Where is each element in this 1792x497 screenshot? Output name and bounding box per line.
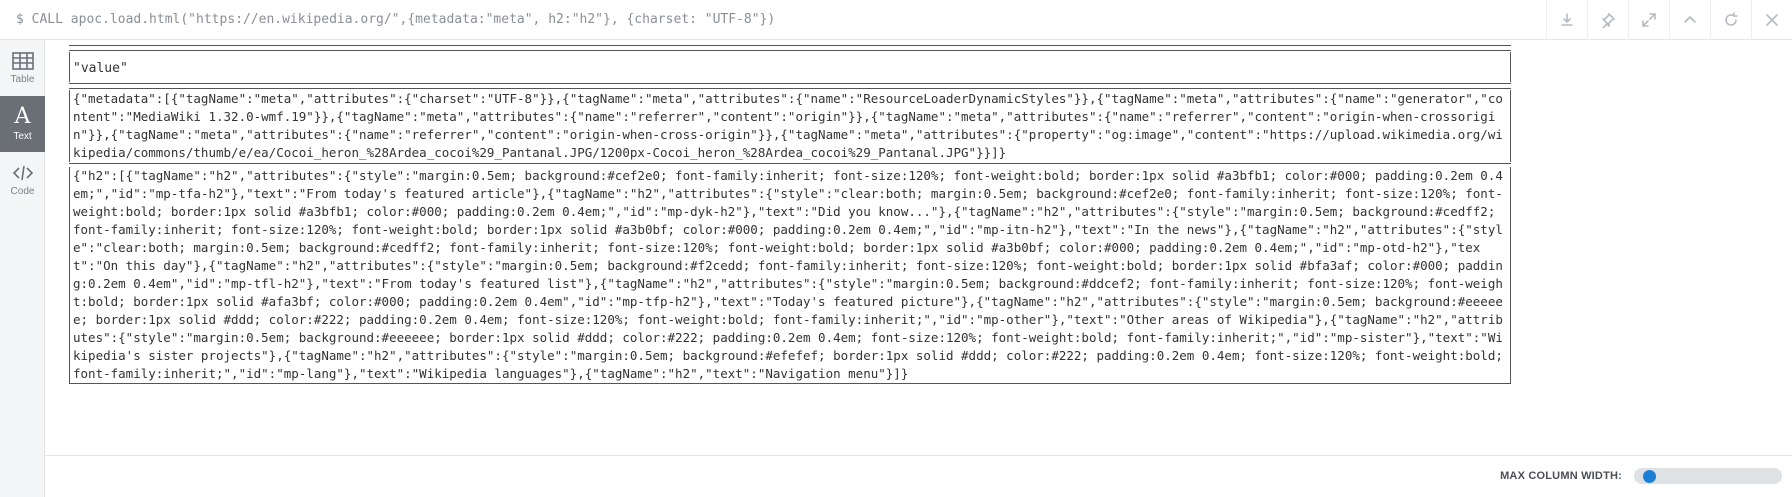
view-text-button[interactable]: A Text <box>0 96 45 152</box>
table-top-border <box>69 45 1511 51</box>
result-row-h2: {"h2":[{"tagName":"h2","attributes":{"st… <box>69 167 1511 383</box>
result-frame: $ CALL apoc.load.html("https://en.wikipe… <box>0 0 1792 497</box>
rerun-icon[interactable] <box>1710 0 1751 40</box>
result-footer: MAX COLUMN WIDTH: <box>45 455 1792 497</box>
pin-icon[interactable] <box>1587 0 1628 40</box>
frame-toolbar <box>1546 0 1792 40</box>
view-text-label: Text <box>13 130 32 142</box>
table-bottom-border <box>69 383 1511 387</box>
table-icon <box>11 51 34 70</box>
result-row-metadata: {"metadata":[{"tagName":"meta","attribut… <box>69 90 1511 162</box>
text-icon: A <box>14 103 31 129</box>
code-icon <box>12 165 33 180</box>
row-separator <box>69 163 1511 166</box>
collapse-up-icon[interactable] <box>1669 0 1710 40</box>
max-column-width-slider[interactable] <box>1634 468 1782 484</box>
view-table-label: Table <box>10 73 35 85</box>
view-table-button[interactable]: Table <box>0 40 45 96</box>
expand-icon[interactable] <box>1628 0 1669 40</box>
view-switcher: Table A Text Code <box>0 40 45 497</box>
slider-handle[interactable] <box>1643 470 1657 483</box>
header-separator <box>69 83 1511 89</box>
download-icon[interactable] <box>1546 0 1587 40</box>
view-code-label: Code <box>10 185 35 197</box>
max-column-width-label: MAX COLUMN WIDTH: <box>1500 470 1622 482</box>
command-text[interactable]: $ CALL apoc.load.html("https://en.wikipe… <box>16 12 775 27</box>
close-icon[interactable] <box>1751 0 1792 40</box>
column-header: "value" <box>69 52 1511 82</box>
view-code-button[interactable]: Code <box>0 152 45 208</box>
command-bar: $ CALL apoc.load.html("https://en.wikipe… <box>0 0 1792 40</box>
text-result: "value" {"metadata":[{"tagName":"meta","… <box>69 44 1511 387</box>
